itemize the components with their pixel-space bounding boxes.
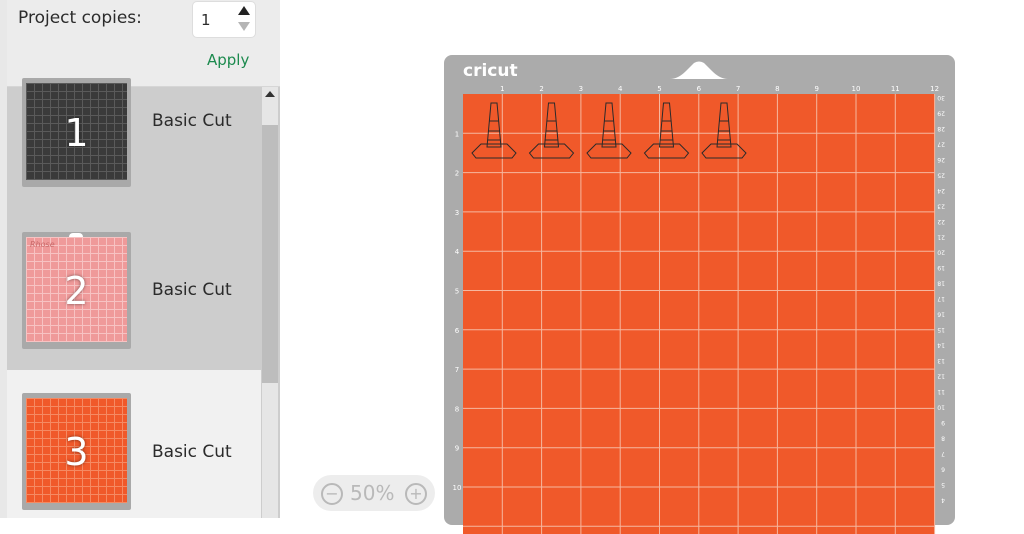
right-ruler-tick: 11 (937, 388, 945, 395)
right-ruler-tick: 6 (941, 465, 945, 472)
mat-row-2[interactable]: Rhose 2 Basic Cut (7, 232, 261, 370)
mat-row-1[interactable]: 1 Basic Cut (7, 78, 261, 236)
zoom-control: − 50% + (313, 475, 435, 511)
scroll-thumb[interactable] (262, 125, 278, 383)
cutting-mat: cricut 1 2 3 4 5 6 7 8 9 10 11 12 1 2 3 4 5 6 7 8 9 10 30 29 28 2… (444, 55, 955, 534)
right-ruler-tick: 4 (941, 496, 945, 503)
mat-cut-type: Basic Cut (152, 442, 232, 462)
right-ruler-tick: 19 (937, 264, 945, 271)
top-ruler-tick: 4 (618, 85, 623, 93)
mat-grid: 1 2 3 4 5 6 7 8 9 10 11 121234567891030292827262524… (453, 85, 945, 534)
right-ruler-tick: 25 (937, 171, 945, 178)
right-ruler-tick: 12 (937, 373, 945, 380)
increment-arrow-icon[interactable] (238, 6, 250, 15)
left-ruler-tick: 8 (455, 405, 459, 413)
right-ruler-tick: 24 (937, 187, 945, 194)
left-ruler-tick: 3 (455, 209, 459, 217)
cricut-logo: cricut (463, 61, 518, 81)
mat-tab-icon (670, 61, 728, 79)
right-ruler-tick: 22 (937, 218, 945, 225)
top-ruler-tick: 2 (539, 85, 543, 93)
top-ruler-tick: 5 (657, 85, 661, 93)
left-ruler-tick: 7 (455, 366, 459, 374)
left-ruler-tick: 1 (455, 130, 459, 138)
mat-list: 1 Basic Cut Rhose 2 Basic Cut 3 Basic Cu… (7, 78, 261, 518)
mat-list-scrollbar[interactable] (262, 87, 278, 518)
right-ruler-tick: 8 (941, 434, 945, 441)
top-ruler-tick: 1 (500, 85, 504, 93)
mat-number: 2 (64, 268, 89, 313)
right-ruler-tick: 28 (937, 125, 945, 132)
project-copies-stepper[interactable]: 1 (193, 2, 255, 37)
right-ruler-tick: 27 (937, 140, 945, 147)
top-ruler-tick: 12 (930, 85, 939, 93)
mat-row-3-selected[interactable]: 3 Basic Cut (7, 370, 261, 518)
mat-number: 3 (64, 429, 89, 474)
top-ruler-tick: 11 (891, 85, 900, 93)
decrement-arrow-icon[interactable] (238, 22, 250, 31)
top-ruler-tick: 7 (736, 85, 740, 93)
mat-thumbnail[interactable]: 3 (22, 393, 131, 510)
right-ruler-tick: 9 (941, 419, 945, 426)
top-ruler-tick: 8 (775, 85, 779, 93)
apply-button[interactable]: Apply (207, 51, 249, 69)
mat-cut-type: Basic Cut (152, 111, 232, 131)
left-ruler-tick: 5 (455, 288, 459, 296)
top-ruler-tick: 3 (579, 85, 583, 93)
mat-number: 1 (64, 110, 89, 155)
right-ruler-tick: 20 (937, 249, 945, 256)
right-ruler-tick: 29 (937, 109, 945, 116)
left-ruler-tick: 2 (455, 170, 459, 178)
right-ruler-tick: 16 (937, 311, 945, 318)
project-copies-value[interactable]: 1 (201, 11, 211, 29)
right-ruler-tick: 7 (941, 450, 945, 457)
right-ruler-tick: 21 (937, 233, 945, 240)
left-ruler-tick: 4 (455, 248, 460, 256)
left-ruler-tick: 10 (453, 484, 462, 492)
right-ruler-tick: 14 (937, 342, 945, 349)
project-copies-section: Project copies: 1 Apply (7, 0, 280, 87)
project-copies-label: Project copies: (18, 8, 142, 28)
top-ruler-tick: 9 (814, 85, 818, 93)
right-ruler-tick: 17 (937, 295, 945, 302)
mat-thumbnail[interactable]: Rhose 2 (22, 232, 131, 349)
right-ruler-tick: 18 (937, 280, 945, 287)
right-ruler-tick: 23 (937, 202, 945, 209)
scroll-up-arrow-icon[interactable] (265, 91, 275, 97)
left-ruler-tick: 6 (455, 327, 460, 335)
zoom-in-icon[interactable]: + (405, 483, 427, 505)
mat-design-mark: Rhose (30, 240, 55, 249)
mat-cut-type: Basic Cut (152, 280, 232, 300)
right-ruler-tick: 26 (937, 156, 945, 163)
mat-thumbnail[interactable]: 1 (22, 78, 131, 187)
panel-edge (0, 0, 7, 518)
right-ruler-tick: 13 (937, 357, 945, 364)
zoom-level: 50% (350, 481, 395, 505)
mat-panel: Project copies: 1 Apply 1 Basic Cut Rhos… (0, 0, 280, 518)
right-ruler-tick: 30 (937, 94, 945, 101)
zoom-out-icon[interactable]: − (321, 483, 343, 505)
right-ruler-tick: 10 (937, 403, 945, 410)
top-ruler-tick: 6 (697, 85, 702, 93)
left-ruler-tick: 9 (455, 445, 459, 453)
right-ruler-tick: 5 (941, 481, 945, 488)
right-ruler-tick: 15 (937, 326, 945, 333)
top-ruler-tick: 10 (852, 85, 861, 93)
